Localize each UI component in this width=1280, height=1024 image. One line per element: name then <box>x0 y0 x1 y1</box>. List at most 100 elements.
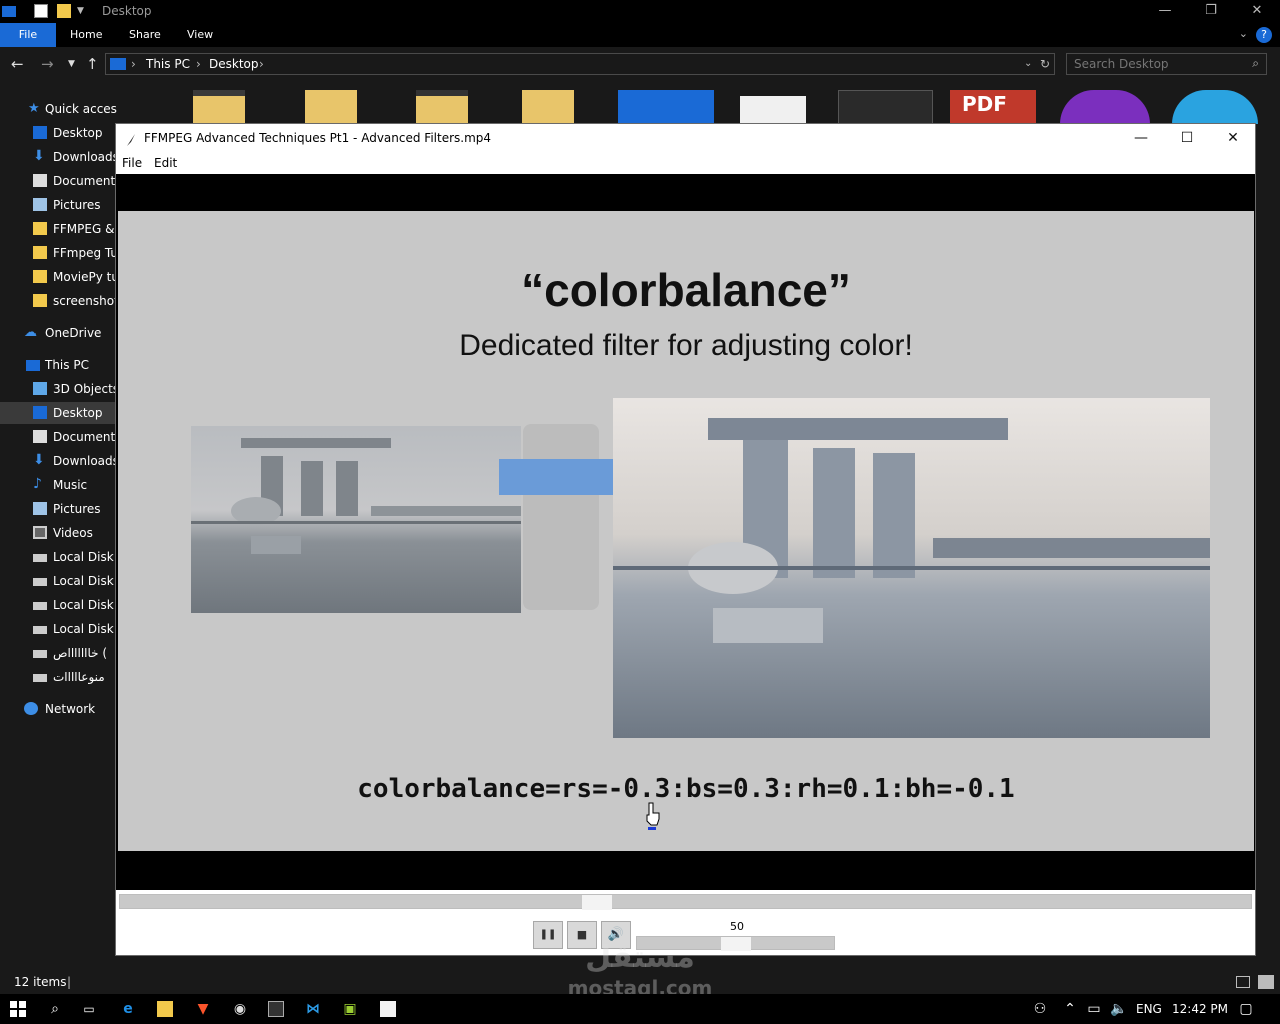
close-button[interactable]: ✕ <box>1234 0 1280 23</box>
volume-icon[interactable]: 🔈 <box>1110 1001 1127 1017</box>
tab-home[interactable]: Home <box>56 23 116 47</box>
folder-icon <box>33 246 47 259</box>
sidebar-item-folder[interactable]: screenshots <box>0 290 117 312</box>
app-icon[interactable]: ◉ <box>232 1001 248 1017</box>
file-explorer-icon[interactable] <box>157 1001 173 1017</box>
search-icon[interactable]: ⌕ <box>1252 56 1259 71</box>
customize-toolbar-icon[interactable]: ▼ <box>77 6 91 20</box>
vscode-icon[interactable]: ⋈ <box>305 1001 321 1017</box>
sidebar-item-downloads[interactable]: ⬇ Downloads <box>0 450 117 472</box>
sidebar-item-3d-objects[interactable]: 3D Objects <box>0 378 117 400</box>
maximize-button[interactable]: ❐ <box>1188 0 1234 23</box>
expand-ribbon-icon[interactable]: ⌄ <box>1239 27 1248 40</box>
volume-slider-thumb[interactable] <box>720 937 751 951</box>
sidebar-item-videos[interactable]: Videos <box>0 522 117 544</box>
chevron-right-icon[interactable]: › <box>131 57 136 71</box>
people-icon[interactable]: ⚇ <box>1032 1001 1048 1017</box>
menu-edit[interactable]: Edit <box>154 156 177 170</box>
terminal-icon[interactable] <box>268 1001 284 1017</box>
podcast-file-icon[interactable] <box>1060 90 1150 124</box>
forward-arrow-icon[interactable]: → <box>41 55 54 73</box>
edge-browser-icon[interactable]: e <box>120 1001 136 1017</box>
folder-icon[interactable] <box>193 90 245 124</box>
media-player-window: FFMPEG Advanced Techniques Pt1 - Advance… <box>115 123 1256 956</box>
up-arrow-icon[interactable]: ↑ <box>86 55 99 73</box>
computer-icon <box>26 360 40 371</box>
details-view-icon[interactable] <box>1236 976 1250 988</box>
sidebar-item-local-disk[interactable]: Local Disk ( <box>0 570 117 592</box>
sidebar-item-folder[interactable]: MoviePy tut <box>0 266 117 288</box>
sidebar-item-folder[interactable]: FFmpeg Tut <box>0 242 117 264</box>
show-hidden-icons-icon[interactable]: ⌃ <box>1062 1001 1078 1017</box>
back-arrow-icon[interactable]: ← <box>11 55 24 73</box>
folder-icon[interactable] <box>416 90 468 124</box>
pause-button[interactable]: ❚❚ <box>533 921 563 949</box>
search-icon[interactable]: ⌕ <box>47 1001 63 1017</box>
address-dropdown-icon[interactable]: ⌄ <box>1024 58 1032 69</box>
breadcrumb-desktop[interactable]: Desktop <box>209 57 259 71</box>
drive-icon <box>33 650 47 658</box>
player-minimize-button[interactable]: — <box>1118 124 1164 154</box>
search-input[interactable] <box>1074 56 1244 72</box>
sidebar-item-documents[interactable]: Documents <box>0 426 117 448</box>
sidebar-item-pictures[interactable]: Pictures <box>0 194 117 216</box>
image-file-icon[interactable] <box>618 90 714 124</box>
sidebar-item-folder[interactable]: FFMPEG & ( <box>0 218 117 240</box>
search-box[interactable]: ⌕ <box>1066 53 1267 75</box>
sidebar-item-local-disk[interactable]: Local Disk ( <box>0 546 117 568</box>
new-folder-icon[interactable] <box>57 4 71 18</box>
file-icon[interactable] <box>838 90 933 124</box>
address-bar[interactable]: › This PC › Desktop › ⌄ ↻ <box>105 53 1055 75</box>
document-icon <box>33 430 47 443</box>
sidebar-item-quick-access[interactable]: ★ Quick access <box>0 98 117 120</box>
clock[interactable]: 12:42 PM <box>1172 1002 1228 1016</box>
video-frame: “colorbalance” Dedicated filter for adju… <box>118 211 1254 851</box>
properties-icon[interactable] <box>34 4 48 18</box>
menu-file[interactable]: File <box>122 156 142 170</box>
video-canvas[interactable]: “colorbalance” Dedicated filter for adju… <box>116 174 1255 890</box>
chevron-right-icon[interactable]: › <box>196 57 201 71</box>
sidebar-item-local-disk[interactable]: Local Disk ( <box>0 618 117 640</box>
refresh-icon[interactable]: ↻ <box>1040 57 1050 71</box>
sidebar-item-documents[interactable]: Documents <box>0 170 117 192</box>
pdf-file-icon[interactable]: PDF <box>950 90 1036 124</box>
telegram-file-icon[interactable] <box>1172 90 1258 124</box>
player-maximize-button[interactable]: ☐ <box>1164 124 1210 154</box>
player-close-button[interactable]: ✕ <box>1210 124 1256 154</box>
large-icons-view-icon[interactable] <box>1258 975 1274 989</box>
brave-browser-icon[interactable]: ▼ <box>195 1001 211 1017</box>
help-icon[interactable]: ? <box>1256 27 1272 43</box>
sidebar-item-downloads[interactable]: ⬇ Downloads <box>0 146 117 168</box>
sidebar-item-onedrive[interactable]: ☁ OneDrive <box>0 322 117 344</box>
minimize-button[interactable]: — <box>1142 0 1188 23</box>
tab-file[interactable]: File <box>0 23 56 47</box>
recent-locations-icon[interactable]: ▼ <box>68 59 75 69</box>
task-view-icon[interactable]: ▭ <box>81 1001 97 1017</box>
document-app-icon[interactable] <box>380 1001 396 1017</box>
sidebar-item-local-disk[interactable]: Local Disk ( <box>0 594 117 616</box>
tab-view[interactable]: View <box>173 23 227 47</box>
watermark: مستقل mostaql.com <box>560 940 720 1000</box>
window-title: Desktop <box>102 4 152 18</box>
network-status-icon[interactable]: ▭ <box>1086 1001 1102 1017</box>
folder-icon[interactable] <box>305 90 357 124</box>
sidebar-item-network[interactable]: Network <box>0 698 117 720</box>
sidebar-item-drive[interactable]: منوعااااات <box>0 666 117 688</box>
sidebar-item-drive[interactable]: خاااااااص ( <box>0 642 117 664</box>
chevron-right-icon[interactable]: › <box>259 57 264 71</box>
language-indicator[interactable]: ENG <box>1136 1002 1162 1016</box>
slide-subtitle: Dedicated filter for adjusting color! <box>459 329 913 362</box>
sidebar-item-this-pc[interactable]: This PC <box>0 354 117 376</box>
sidebar-item-desktop[interactable]: Desktop <box>0 402 117 424</box>
seek-slider-thumb[interactable] <box>582 895 613 910</box>
folder-icon[interactable] <box>522 90 574 124</box>
sidebar-item-pictures[interactable]: Pictures <box>0 498 117 520</box>
tab-share[interactable]: Share <box>115 23 175 47</box>
notepad-plus-icon[interactable]: ▣ <box>342 1001 358 1017</box>
windows-start-icon[interactable] <box>10 1001 26 1017</box>
notifications-icon[interactable]: ▢ <box>1238 1001 1254 1017</box>
sidebar-item-music[interactable]: ♪ Music <box>0 474 117 496</box>
breadcrumb-this-pc[interactable]: This PC <box>146 57 190 71</box>
sidebar-item-desktop[interactable]: Desktop <box>0 122 117 144</box>
seek-slider[interactable] <box>119 894 1252 910</box>
